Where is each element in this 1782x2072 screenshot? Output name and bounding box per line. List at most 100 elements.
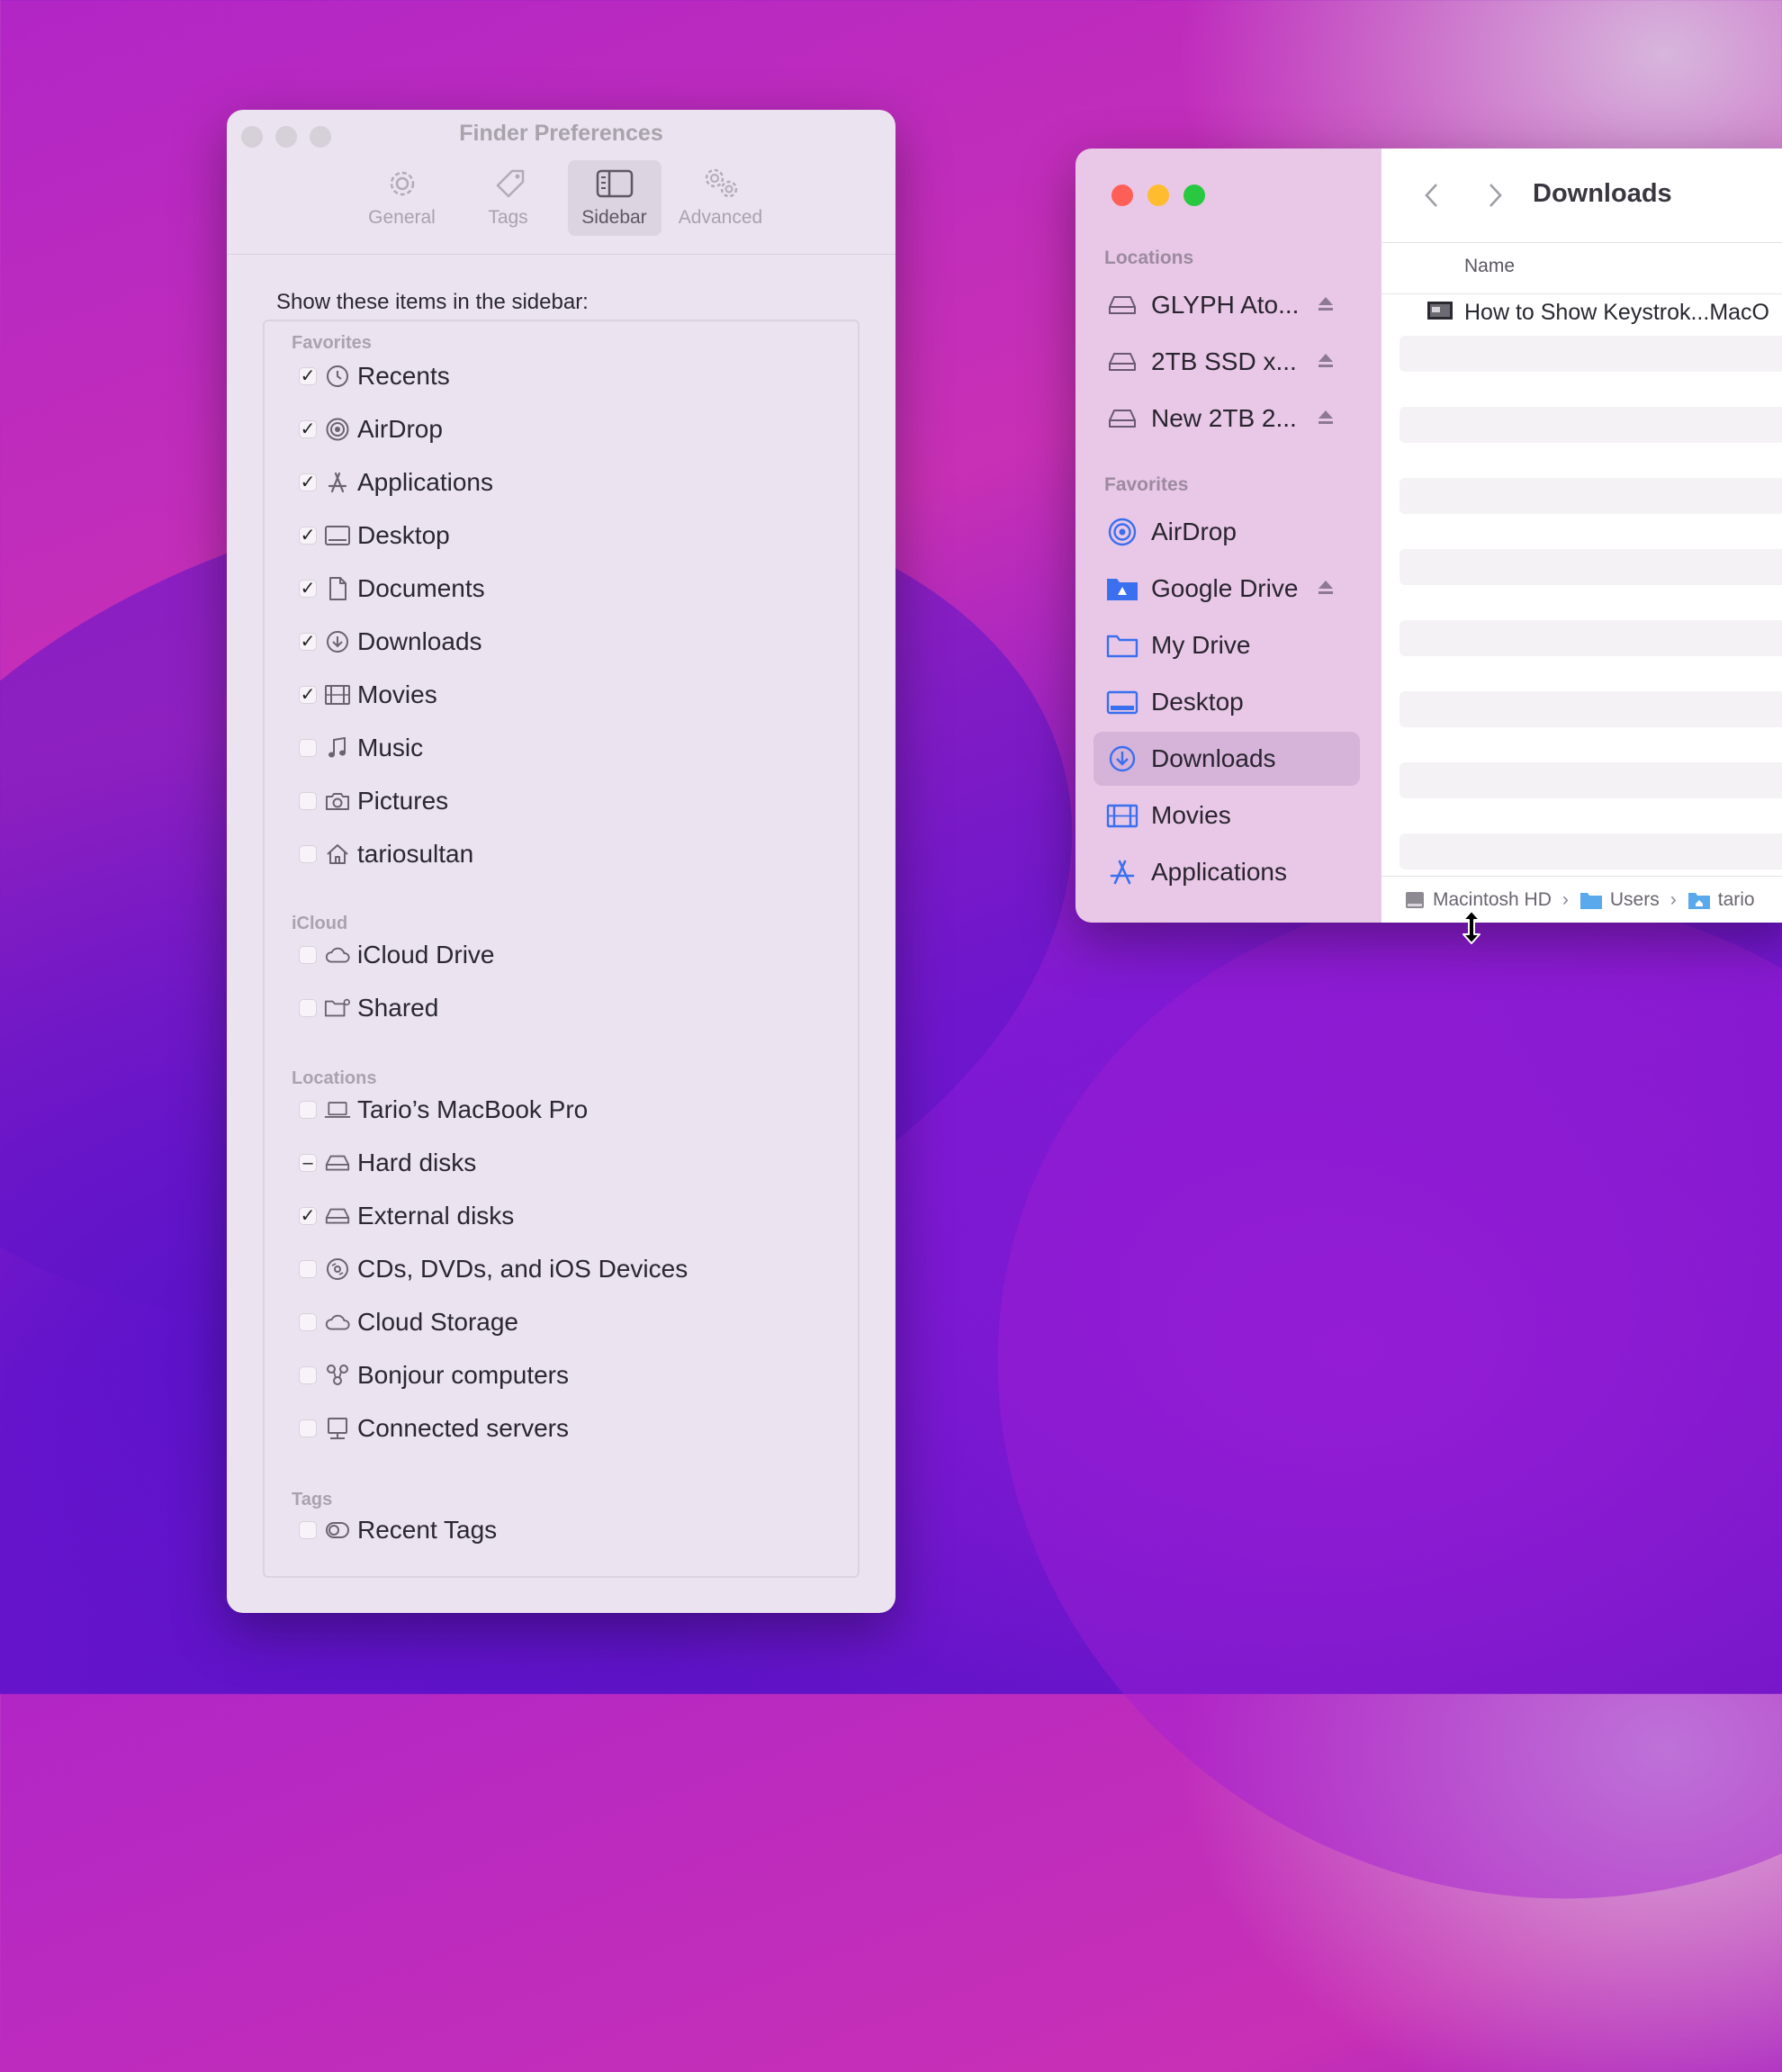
list-row-stripe [1400, 833, 1782, 869]
item-label: Shared [357, 994, 439, 1022]
checkbox[interactable]: ✓ [299, 580, 317, 598]
path-segment[interactable]: tario [1688, 889, 1755, 911]
back-button[interactable] [1416, 179, 1448, 212]
tab-label: Sidebar [581, 207, 647, 228]
item-label: Music [357, 734, 424, 761]
applications-icon [1104, 854, 1140, 890]
checkbox[interactable]: ✓ [299, 1207, 317, 1225]
forward-button[interactable] [1479, 179, 1511, 212]
film-icon [1104, 797, 1140, 833]
sidebar-item-my-drive[interactable]: My Drive [1094, 618, 1360, 672]
list-row-stripe [1400, 549, 1782, 585]
zoom-button[interactable] [1184, 185, 1205, 206]
tab-general[interactable]: General [356, 160, 449, 236]
checkbox[interactable] [299, 1366, 317, 1384]
checkbox[interactable]: ✓ [299, 367, 317, 385]
checkbox[interactable]: ✓ [299, 527, 317, 545]
disc-icon [324, 1256, 351, 1283]
clock-icon [324, 363, 351, 390]
download-icon [1104, 741, 1140, 777]
cloud-icon [324, 1309, 351, 1336]
sidebar-item-airdrop[interactable]: AirDrop [1094, 505, 1360, 559]
pref-row-desktop: ✓ Desktop [299, 518, 450, 554]
applications-icon [324, 469, 351, 496]
tab-tags[interactable]: Tags [462, 160, 555, 236]
checkbox[interactable] [299, 999, 317, 1017]
pref-row-airdrop: ✓ AirDrop [299, 411, 443, 447]
airdrop-icon [1104, 514, 1140, 550]
minimize-button[interactable] [1148, 185, 1169, 206]
pref-row-recents: ✓ Recents [299, 358, 450, 394]
eject-icon[interactable] [1317, 578, 1335, 600]
sidebar-item-downloads[interactable]: Downloads [1094, 732, 1360, 786]
sidebar-item-label: Downloads [1151, 744, 1276, 772]
close-button[interactable] [1112, 185, 1133, 206]
checkbox[interactable] [299, 792, 317, 810]
checkbox[interactable] [299, 1521, 317, 1539]
checkbox[interactable]: ✓ [299, 473, 317, 491]
item-label: External disks [357, 1202, 515, 1230]
music-note-icon [324, 734, 351, 761]
cloud-icon [324, 941, 351, 968]
tab-advanced[interactable]: Advanced [674, 160, 768, 236]
checkbox[interactable] [299, 1313, 317, 1331]
download-icon [324, 628, 351, 655]
checkbox[interactable]: – [299, 1154, 317, 1172]
document-icon [324, 575, 351, 602]
checkbox[interactable] [299, 1101, 317, 1119]
sidebar-item-google-drive[interactable]: Google Drive [1094, 562, 1360, 616]
tab-label: Tags [488, 207, 528, 228]
gear-icon [390, 171, 414, 196]
sidebar-section-locations: Locations [1104, 248, 1194, 268]
file-name: How to Show Keystrok...MacO [1464, 300, 1770, 325]
preferences-toolbar: General Tags Sidebar Advanced [227, 160, 896, 236]
item-label: Recents [357, 362, 450, 390]
resize-cursor-icon [1458, 909, 1485, 950]
sidebar-item-glyph[interactable]: GLYPH Ato... [1094, 278, 1360, 332]
home-folder-icon [1688, 893, 1710, 909]
pref-row-movies: ✓ Movies [299, 677, 437, 713]
airdrop-icon [324, 416, 351, 443]
window-title: Downloads [1533, 179, 1672, 208]
path-separator-icon: › [1670, 889, 1677, 910]
checkbox[interactable] [299, 739, 317, 757]
sidebar-item-desktop[interactable]: Desktop [1094, 675, 1360, 729]
tag-icon [496, 169, 524, 198]
column-header: Name [1382, 242, 1782, 294]
eject-icon[interactable] [1317, 351, 1335, 374]
path-segment[interactable]: Macintosh HD [1404, 889, 1552, 911]
list-row-stripe [1400, 762, 1782, 798]
checkbox[interactable] [299, 946, 317, 964]
list-row-stripe [1400, 620, 1782, 656]
tab-sidebar[interactable]: Sidebar [567, 160, 662, 236]
pref-row-downloads: ✓ Downloads [299, 624, 482, 660]
checkbox[interactable] [299, 845, 317, 863]
eject-icon[interactable] [1317, 294, 1335, 317]
pref-row-external-disks: ✓ External disks [299, 1198, 514, 1234]
sidebar-icon [596, 169, 633, 198]
sidebar-item-new-2tb[interactable]: New 2TB 2... [1094, 392, 1360, 446]
sidebar-item-label: Google Drive [1151, 574, 1299, 602]
eject-icon[interactable] [1317, 408, 1335, 430]
external-disk-icon [324, 1203, 351, 1230]
home-icon [324, 841, 351, 868]
sidebar-item-applications[interactable]: Applications [1094, 845, 1360, 899]
item-label: Hard disks [357, 1149, 477, 1176]
pref-row-pictures: Pictures [299, 783, 448, 819]
finder-sidebar: Locations GLYPH Ato... 2TB SSD x... New … [1076, 149, 1382, 923]
checkbox[interactable]: ✓ [299, 420, 317, 438]
item-label: Recent Tags [357, 1516, 498, 1544]
checkbox[interactable] [299, 1260, 317, 1278]
sidebar-item-movies[interactable]: Movies [1094, 788, 1360, 842]
checkbox[interactable] [299, 1419, 317, 1437]
file-row[interactable]: How to Show Keystrok...MacO [1426, 300, 1769, 326]
folder-icon [1580, 893, 1602, 909]
checkbox[interactable]: ✓ [299, 686, 317, 704]
checkbox[interactable]: ✓ [299, 633, 317, 651]
finder-content: Downloads Name How to Show Keystrok...Ma… [1382, 149, 1782, 923]
sidebar-item-2tb-ssd[interactable]: 2TB SSD x... [1094, 335, 1360, 389]
sidebar-item-label: GLYPH Ato... [1151, 291, 1300, 319]
path-segment[interactable]: Users [1580, 889, 1660, 911]
list-row-stripe [1400, 478, 1782, 514]
column-name-header[interactable]: Name [1464, 256, 1515, 277]
